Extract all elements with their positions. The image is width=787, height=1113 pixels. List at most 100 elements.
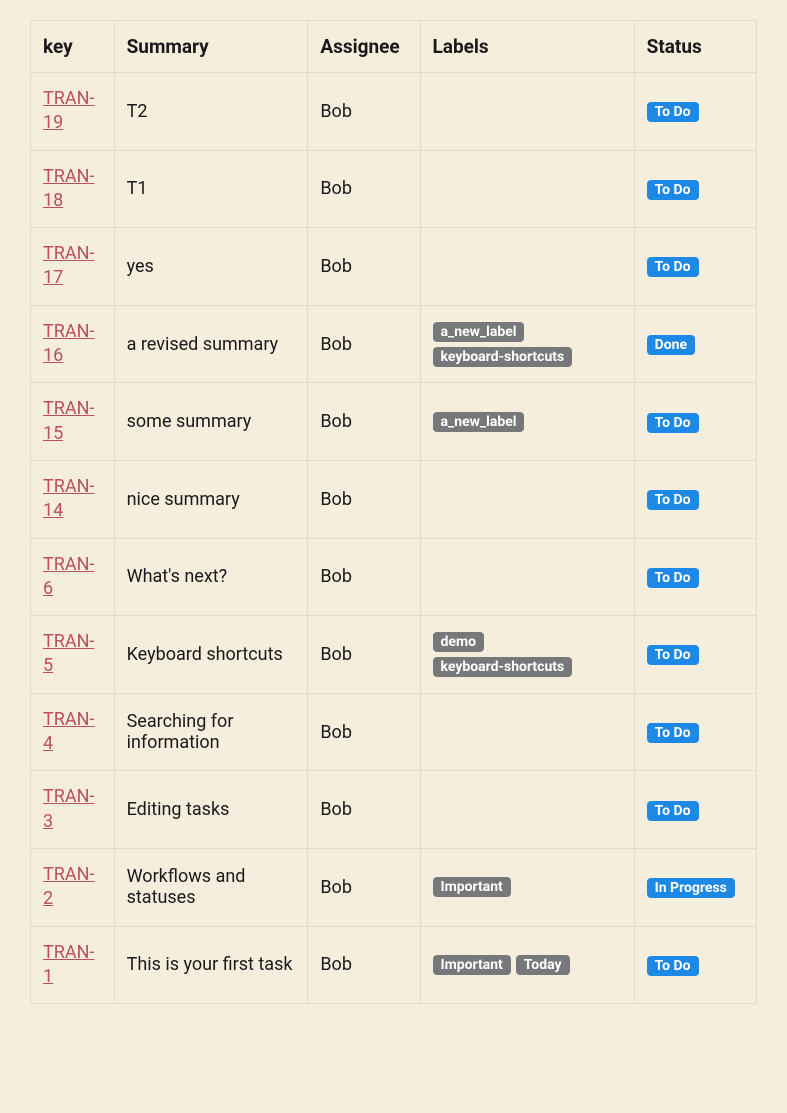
cell-labels: ImportantToday	[420, 926, 634, 1004]
label-badge[interactable]: a_new_label	[433, 412, 525, 432]
issue-key-link[interactable]: TRAN-1	[43, 941, 102, 990]
issue-key-link[interactable]: TRAN-19	[43, 87, 102, 136]
cell-key: TRAN-19	[31, 73, 115, 151]
cell-labels: Important	[420, 848, 634, 926]
table-row: TRAN-3Editing tasksBobTo Do	[31, 771, 757, 849]
cell-key: TRAN-17	[31, 228, 115, 306]
cell-status: To Do	[634, 616, 756, 694]
status-badge[interactable]: To Do	[647, 490, 699, 510]
issue-key-link[interactable]: TRAN-6	[43, 553, 102, 602]
status-badge[interactable]: To Do	[647, 568, 699, 588]
cell-summary: Workflows and statuses	[114, 848, 308, 926]
cell-labels	[420, 693, 634, 771]
table-row: TRAN-5Keyboard shortcutsBobdemo keyboard-…	[31, 616, 757, 694]
cell-key: TRAN-14	[31, 460, 115, 538]
cell-key: TRAN-6	[31, 538, 115, 616]
cell-key: TRAN-2	[31, 848, 115, 926]
status-badge[interactable]: To Do	[647, 180, 699, 200]
cell-status: In Progress	[634, 848, 756, 926]
cell-summary: T1	[114, 150, 308, 228]
status-badge[interactable]: Done	[647, 335, 695, 355]
issue-key-link[interactable]: TRAN-3	[43, 785, 102, 834]
cell-summary: nice summary	[114, 460, 308, 538]
cell-summary: Keyboard shortcuts	[114, 616, 308, 694]
cell-assignee: Bob	[308, 460, 420, 538]
issue-key-link[interactable]: TRAN-17	[43, 242, 102, 291]
cell-assignee: Bob	[308, 73, 420, 151]
column-header-status[interactable]: Status	[634, 21, 756, 73]
table-row: TRAN-17yesBob To Do	[31, 228, 757, 306]
cell-labels	[420, 771, 634, 849]
cell-labels	[420, 538, 634, 616]
cell-key: TRAN-15	[31, 383, 115, 461]
label-badge[interactable]: a_new_label	[433, 322, 525, 342]
table-row: TRAN-6What's next?Bob To Do	[31, 538, 757, 616]
cell-summary: T2	[114, 73, 308, 151]
issue-key-link[interactable]: TRAN-2	[43, 863, 102, 912]
cell-labels	[420, 150, 634, 228]
status-badge[interactable]: To Do	[647, 257, 699, 277]
cell-status: To Do	[634, 693, 756, 771]
cell-labels: a_new_label	[420, 383, 634, 461]
status-badge[interactable]: To Do	[647, 956, 699, 976]
table-row: TRAN-4Searching for informationBob To Do	[31, 693, 757, 771]
cell-status: Done	[634, 305, 756, 383]
cell-summary: a revised summary	[114, 305, 308, 383]
cell-status: To Do	[634, 228, 756, 306]
cell-status: To Do	[634, 771, 756, 849]
cell-assignee: Bob	[308, 305, 420, 383]
status-badge[interactable]: To Do	[647, 413, 699, 433]
cell-summary: What's next?	[114, 538, 308, 616]
label-badge[interactable]: demo	[433, 632, 484, 652]
cell-assignee: Bob	[308, 228, 420, 306]
cell-labels	[420, 228, 634, 306]
cell-labels	[420, 73, 634, 151]
cell-key: TRAN-4	[31, 693, 115, 771]
cell-summary: Editing tasks	[114, 771, 308, 849]
label-badge[interactable]: Today	[516, 955, 570, 975]
cell-summary: yes	[114, 228, 308, 306]
label-badge[interactable]: Important	[433, 877, 511, 897]
cell-status: To Do	[634, 73, 756, 151]
issue-key-link[interactable]: TRAN-4	[43, 708, 102, 757]
issue-key-link[interactable]: TRAN-16	[43, 320, 102, 369]
cell-assignee: Bob	[308, 616, 420, 694]
column-header-key[interactable]: key	[31, 21, 115, 73]
cell-labels	[420, 460, 634, 538]
cell-status: To Do	[634, 460, 756, 538]
cell-assignee: Bob	[308, 383, 420, 461]
cell-assignee: Bob	[308, 926, 420, 1004]
issue-key-link[interactable]: TRAN-14	[43, 475, 102, 524]
cell-assignee: Bob	[308, 693, 420, 771]
column-header-assignee[interactable]: Assignee	[308, 21, 420, 73]
cell-key: TRAN-16	[31, 305, 115, 383]
table-row: TRAN-2Workflows and statusesBob Important…	[31, 848, 757, 926]
cell-status: To Do	[634, 538, 756, 616]
cell-status: To Do	[634, 383, 756, 461]
issues-table: key Summary Assignee Labels Status TRAN-…	[30, 20, 757, 1004]
table-row: TRAN-15some summaryBoba_new_labelTo Do	[31, 383, 757, 461]
issue-key-link[interactable]: TRAN-15	[43, 397, 102, 446]
cell-labels: demo keyboard-shortcuts	[420, 616, 634, 694]
table-header-row: key Summary Assignee Labels Status	[31, 21, 757, 73]
cell-assignee: Bob	[308, 538, 420, 616]
issue-key-link[interactable]: TRAN-5	[43, 630, 102, 679]
cell-assignee: Bob	[308, 848, 420, 926]
issue-key-link[interactable]: TRAN-18	[43, 165, 102, 214]
status-badge[interactable]: To Do	[647, 801, 699, 821]
label-badge[interactable]: Important	[433, 955, 511, 975]
table-row: TRAN-14nice summaryBob To Do	[31, 460, 757, 538]
table-row: TRAN-16a revised summaryBob a_new_labelke…	[31, 305, 757, 383]
cell-summary: Searching for information	[114, 693, 308, 771]
cell-labels: a_new_label keyboard-shortcuts	[420, 305, 634, 383]
status-badge[interactable]: To Do	[647, 102, 699, 122]
column-header-labels[interactable]: Labels	[420, 21, 634, 73]
status-badge[interactable]: In Progress	[647, 878, 735, 898]
cell-summary: This is your first task	[114, 926, 308, 1004]
label-badge[interactable]: keyboard-shortcuts	[433, 347, 573, 367]
status-badge[interactable]: To Do	[647, 723, 699, 743]
cell-key: TRAN-1	[31, 926, 115, 1004]
column-header-summary[interactable]: Summary	[114, 21, 308, 73]
status-badge[interactable]: To Do	[647, 645, 699, 665]
label-badge[interactable]: keyboard-shortcuts	[433, 657, 573, 677]
